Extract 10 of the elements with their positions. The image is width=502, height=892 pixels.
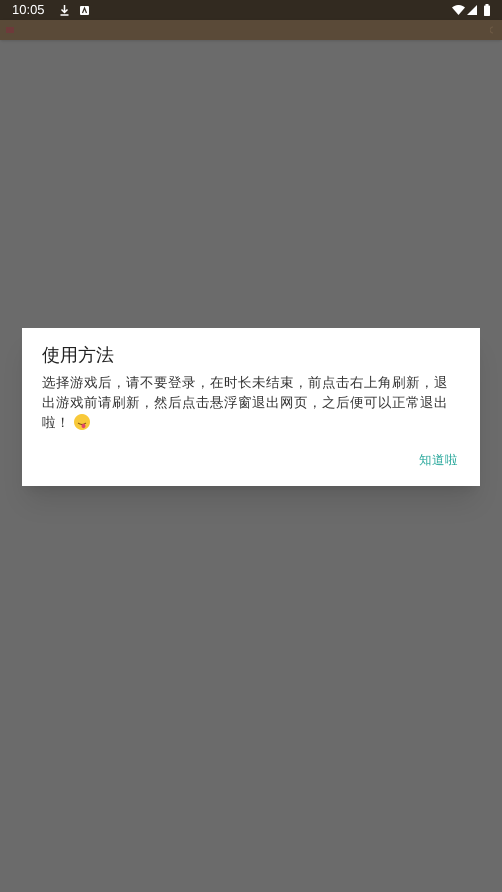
battery-icon: [484, 4, 490, 16]
dialog-title: 使用方法: [42, 344, 115, 368]
status-time: 10:05: [12, 1, 45, 20]
download-icon: [60, 4, 69, 16]
dialog-message: 选择游戏后，请不要登录，在时长未结束，前点击右上角刷新，退出游戏前请刷新，然后点击悬浮窗退出网页，之后便可以正常退出啦！: [42, 374, 449, 432]
emoji-icon: [74, 414, 90, 430]
notification-icon: [80, 6, 89, 14]
wifi-icon: [452, 5, 465, 15]
signal-icon: [467, 5, 477, 15]
confirm-button[interactable]: 知道啦: [417, 451, 460, 470]
